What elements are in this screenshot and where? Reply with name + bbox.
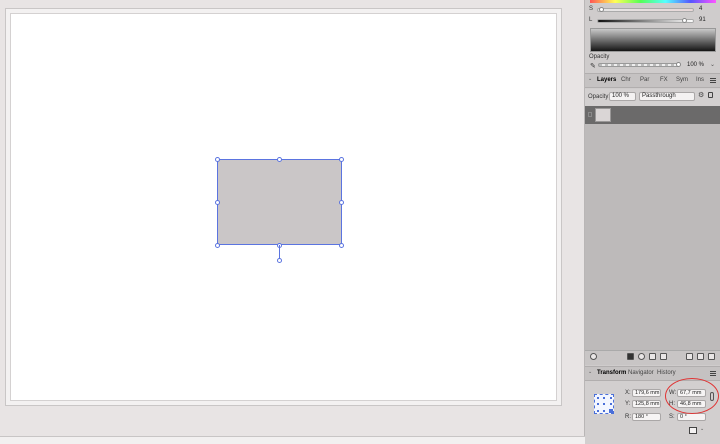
tab-paragraph[interactable]: Par	[640, 77, 649, 83]
anchor-dot[interactable]	[610, 397, 612, 399]
canvas-bottom-strip	[0, 436, 585, 444]
x-label: X:	[625, 390, 631, 396]
anchor-dot[interactable]	[597, 403, 599, 405]
transform-origin-icon[interactable]	[689, 427, 697, 434]
saturation-slider[interactable]	[597, 8, 694, 12]
collapse-arrow-icon-2[interactable]: ⌄	[588, 369, 592, 375]
tab-effects[interactable]: FX	[660, 77, 668, 83]
adjustment-icon[interactable]	[638, 353, 645, 360]
color-opacity-label: Opacity	[589, 54, 610, 60]
anchor-dot-selected[interactable]	[609, 409, 613, 413]
lightness-label: L	[589, 17, 593, 23]
tab-symbols[interactable]: Sym	[676, 77, 688, 83]
handle-top-left[interactable]	[215, 157, 220, 162]
anchor-dot[interactable]	[603, 397, 605, 399]
lightness-slider-knob[interactable]	[682, 18, 687, 23]
anchor-dot[interactable]	[603, 403, 605, 405]
handle-top-right[interactable]	[339, 157, 344, 162]
anchor-dot[interactable]	[603, 410, 605, 412]
gear-icon[interactable]: ⚙	[698, 91, 704, 99]
shear-field[interactable]: 0 °	[677, 413, 706, 421]
handle-top-center[interactable]	[277, 157, 282, 162]
layer-opacity-label: Opacity:	[588, 94, 611, 100]
saturation-value[interactable]: 4	[699, 6, 702, 12]
saturation-slider-knob[interactable]	[599, 7, 604, 12]
layer-visibility-checkbox[interactable]	[588, 112, 592, 117]
tab-navigator[interactable]: Navigator	[628, 370, 654, 376]
handle-middle-right[interactable]	[339, 200, 344, 205]
handle-middle-left[interactable]	[215, 200, 220, 205]
add-layer-icon[interactable]	[686, 353, 693, 360]
lightness-slider[interactable]	[597, 19, 694, 23]
y-label: Y:	[625, 401, 631, 407]
layers-list-area[interactable]	[585, 124, 720, 350]
handle-bottom-left[interactable]	[215, 243, 220, 248]
collapse-arrow-icon[interactable]: ⌄	[588, 76, 592, 82]
color-panel-top-strip	[590, 0, 716, 3]
mask-icon[interactable]	[627, 353, 634, 360]
color-opacity-slider-knob[interactable]	[676, 62, 681, 67]
tab-character[interactable]: Chr	[621, 77, 631, 83]
shear-label: S:	[669, 414, 675, 420]
anchor-dot[interactable]	[610, 403, 612, 405]
lightness-value[interactable]: 91	[699, 17, 706, 23]
selected-rectangle[interactable]	[217, 159, 342, 245]
anchor-dot[interactable]	[597, 410, 599, 412]
tab-history[interactable]: History	[657, 370, 676, 376]
color-opacity-slider[interactable]	[598, 63, 680, 67]
fx-icon[interactable]	[649, 353, 656, 360]
rotation-field[interactable]: 180 °	[632, 413, 661, 421]
tab-layers[interactable]: Layers	[597, 77, 616, 83]
tab-transform[interactable]: Transform	[597, 370, 626, 376]
blend-mode-select[interactable]: Passthrough	[639, 92, 695, 101]
color-opacity-value[interactable]: 100 %	[687, 62, 704, 68]
layers-menu-icon[interactable]	[710, 78, 716, 83]
chevron-down-icon[interactable]: ⌄	[710, 61, 715, 68]
annotation-circle	[665, 378, 719, 414]
rotation-handle[interactable]	[277, 258, 282, 263]
transform-menu-icon[interactable]	[710, 371, 716, 376]
layer-opacity-field[interactable]: 100 %	[609, 92, 636, 101]
group-lock-icon[interactable]	[660, 353, 667, 360]
trash-icon[interactable]	[708, 353, 715, 360]
saturation-label: S	[589, 6, 594, 12]
chevron-down-icon-2[interactable]: ⌄	[700, 426, 704, 432]
anchor-dot[interactable]	[597, 397, 599, 399]
y-field[interactable]: 125,8 mm	[632, 400, 661, 408]
x-field[interactable]: 179,6 mm	[632, 389, 661, 397]
add-group-icon[interactable]	[697, 353, 704, 360]
eyedropper-icon[interactable]: ✎	[590, 62, 596, 70]
handle-bottom-right[interactable]	[339, 243, 344, 248]
layer-thumbnail[interactable]	[595, 108, 611, 122]
layer-options-icon[interactable]	[590, 353, 597, 360]
tab-ins[interactable]: Ins	[696, 77, 704, 83]
lock-icon[interactable]	[708, 92, 713, 98]
rotation-label: R:	[625, 414, 631, 420]
anchor-point-selector[interactable]	[594, 394, 614, 414]
color-gradient-box[interactable]	[590, 28, 716, 52]
